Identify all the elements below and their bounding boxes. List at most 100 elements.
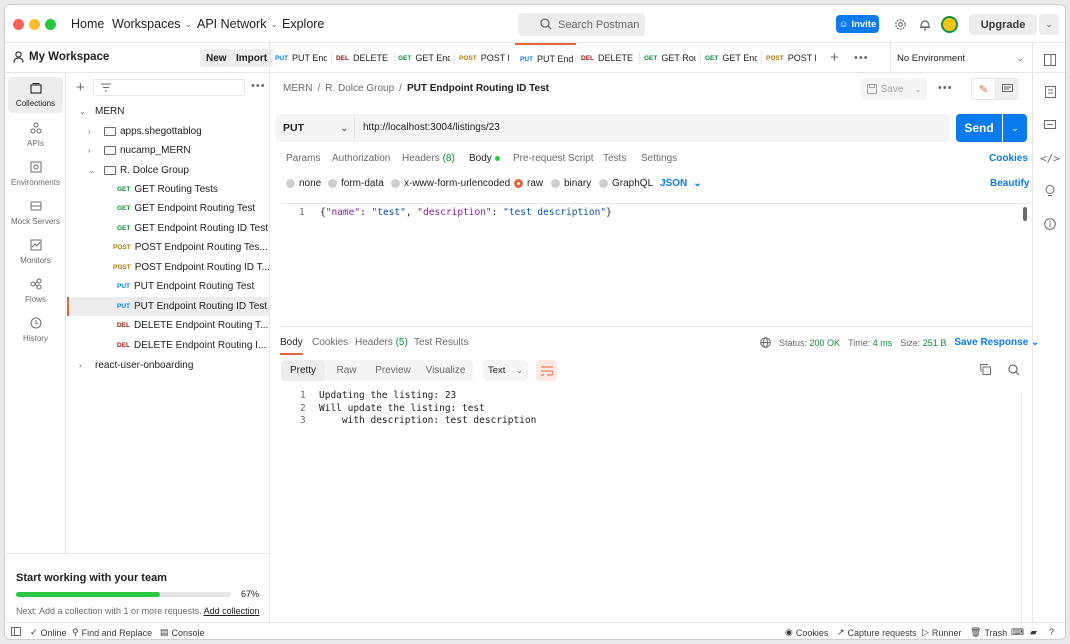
add-collection-plus-icon[interactable]: + xyxy=(76,79,85,96)
rail-environments[interactable]: Environments xyxy=(5,159,66,195)
body-editor[interactable]: 1 {"name": "test", "description": "test … xyxy=(281,203,1031,327)
minimize-window-button[interactable] xyxy=(29,19,40,30)
tree-request[interactable]: DEL DELETE Endpoint Routing I... xyxy=(67,336,270,355)
url-input[interactable]: http://localhost:3004/listings/23 xyxy=(363,122,500,133)
tree-folder[interactable]: ⌄ R. Dolce Group xyxy=(67,161,270,180)
tab-request[interactable]: DEL DELETE E xyxy=(581,43,635,73)
tree-request[interactable]: GET GET Routing Tests xyxy=(67,180,270,199)
response-tab-test-results[interactable]: Test Results xyxy=(414,337,468,348)
tab-tests[interactable]: Tests xyxy=(603,153,626,164)
breadcrumb-item[interactable]: R. Dolce Group xyxy=(325,83,394,94)
info-icon[interactable] xyxy=(1042,216,1058,232)
tab-request[interactable]: POSTPOST E xyxy=(766,43,816,73)
find-replace-button[interactable]: ⚲ Find and Replace xyxy=(72,627,152,638)
response-format-select[interactable]: Text ⌄ xyxy=(483,360,528,381)
capture-requests-button[interactable]: ↗ Capture requests xyxy=(837,627,917,638)
more-options-icon[interactable]: ••• xyxy=(251,80,266,92)
nav-explore[interactable]: Explore xyxy=(282,17,324,31)
tree-request[interactable]: POST POST Endpoint Routing ID T... xyxy=(67,258,270,277)
body-type-form-data[interactable]: form-data xyxy=(328,178,384,189)
comments-icon[interactable] xyxy=(1042,117,1058,133)
filter-input[interactable] xyxy=(93,79,245,96)
nav-workspaces[interactable]: Workspaces ⌄ xyxy=(112,17,192,31)
tab-request[interactable]: GET GET Rou xyxy=(644,43,696,73)
runner-button[interactable]: ▷ Runner xyxy=(922,627,961,638)
tab-prerequest[interactable]: Pre-request Script xyxy=(513,153,594,164)
environment-select[interactable]: No Environment ⌄ xyxy=(890,43,1030,73)
upgrade-dropdown-button[interactable]: ⌄ xyxy=(1039,14,1059,35)
search-icon[interactable] xyxy=(1008,364,1020,379)
bootcamp-icon[interactable]: ▰ xyxy=(1030,627,1037,638)
maximize-window-button[interactable] xyxy=(45,19,56,30)
nav-api-network[interactable]: API Network ⌄ xyxy=(197,17,278,31)
tree-collection-mern[interactable]: ⌄ MERN xyxy=(67,102,270,121)
tab-params[interactable]: Params xyxy=(286,153,320,164)
trash-button[interactable]: 🗑 Trash xyxy=(970,627,1007,638)
format-select[interactable]: JSON ⌄ xyxy=(660,178,702,189)
more-options-icon[interactable]: ••• xyxy=(938,82,953,94)
view-visualize[interactable]: Visualize xyxy=(418,360,473,381)
nav-home[interactable]: Home xyxy=(71,17,104,31)
tab-request[interactable]: GET GET End xyxy=(398,43,450,73)
lightbulb-icon[interactable] xyxy=(1042,183,1058,199)
cookies-link[interactable]: Cookies xyxy=(989,153,1028,164)
view-preview[interactable]: Preview xyxy=(368,360,418,381)
cookies-button[interactable]: ◉ Cookies xyxy=(785,627,828,638)
close-window-button[interactable] xyxy=(13,19,24,30)
rail-history[interactable]: History xyxy=(5,315,66,351)
new-tab-plus-icon[interactable]: + xyxy=(830,49,839,66)
tab-headers[interactable]: Headers (8) xyxy=(402,153,455,164)
send-button[interactable]: Send xyxy=(956,114,1002,142)
rail-collections[interactable]: Collections xyxy=(8,77,63,113)
response-tab-cookies[interactable]: Cookies xyxy=(312,337,348,348)
console-button[interactable]: ▤ Console xyxy=(160,627,205,638)
tree-collection[interactable]: › react-user-onboarding xyxy=(67,356,270,375)
online-status[interactable]: ✓ Online xyxy=(30,627,67,638)
add-collection-link[interactable]: Add collection xyxy=(204,606,260,616)
rail-monitors[interactable]: Monitors xyxy=(5,237,66,273)
settings-gear-icon[interactable] xyxy=(892,16,908,32)
tab-request-active[interactable]: PUT PUT End xyxy=(515,43,576,73)
rail-mock-servers[interactable]: Mock Servers xyxy=(5,198,66,234)
tree-request[interactable]: DEL DELETE Endpoint Routing T... xyxy=(67,316,270,335)
copy-icon[interactable] xyxy=(979,364,991,378)
tree-request-selected[interactable]: PUT PUT Endpoint Routing ID Test xyxy=(67,297,270,316)
search-input[interactable]: Search Postman xyxy=(518,13,645,36)
tree-request[interactable]: GET GET Endpoint Routing ID Test xyxy=(67,219,270,238)
tab-body[interactable]: Body xyxy=(469,153,500,164)
tree-folder[interactable]: › apps.shegottablog xyxy=(67,122,270,141)
response-tab-body[interactable]: Body xyxy=(280,337,303,355)
documentation-icon[interactable] xyxy=(1042,84,1058,100)
invite-button[interactable]: ☺ Invite xyxy=(836,15,879,33)
tab-request[interactable]: PUT PUT End xyxy=(275,43,327,73)
tree-folder[interactable]: › nucamp_MERN xyxy=(67,141,270,160)
help-icon[interactable]: ? xyxy=(1049,627,1054,637)
editor-scrollbar[interactable] xyxy=(1023,207,1027,221)
tree-request[interactable]: GET GET Endpoint Routing Test xyxy=(67,199,270,218)
toggle-sidebar-icon[interactable] xyxy=(11,627,21,636)
save-response-button[interactable]: Save Response ⌄ xyxy=(954,337,1039,348)
tree-request[interactable]: POST POST Endpoint Routing Tes... xyxy=(67,238,270,257)
bell-icon[interactable] xyxy=(917,16,933,32)
breadcrumb-item[interactable]: MERN xyxy=(283,83,312,94)
wrap-lines-icon[interactable] xyxy=(536,360,557,381)
body-type-none[interactable]: none xyxy=(286,178,321,189)
upgrade-button[interactable]: Upgrade xyxy=(969,14,1037,35)
tab-request[interactable]: DEL DELETE E xyxy=(336,43,390,73)
rail-flows[interactable]: Flows xyxy=(5,276,66,312)
import-button[interactable]: Import xyxy=(230,49,274,67)
new-button[interactable]: New xyxy=(200,49,233,67)
send-dropdown-button[interactable]: ⌄ xyxy=(1003,114,1027,142)
rail-apis[interactable]: APIs xyxy=(5,120,66,156)
body-type-binary[interactable]: binary xyxy=(551,178,591,189)
tab-request[interactable]: POSTPOST E xyxy=(459,43,509,73)
view-raw[interactable]: Raw xyxy=(325,360,368,381)
body-type-graphql[interactable]: GraphQL xyxy=(599,178,653,189)
layout-toggle-icon[interactable] xyxy=(1042,52,1058,68)
code-icon[interactable]: </> xyxy=(1040,150,1060,166)
body-type-raw[interactable]: raw xyxy=(514,178,543,189)
save-button[interactable]: Save xyxy=(861,78,909,100)
tab-authorization[interactable]: Authorization xyxy=(332,153,390,164)
comment-icon[interactable] xyxy=(996,79,1019,99)
globe-icon[interactable] xyxy=(760,337,771,348)
